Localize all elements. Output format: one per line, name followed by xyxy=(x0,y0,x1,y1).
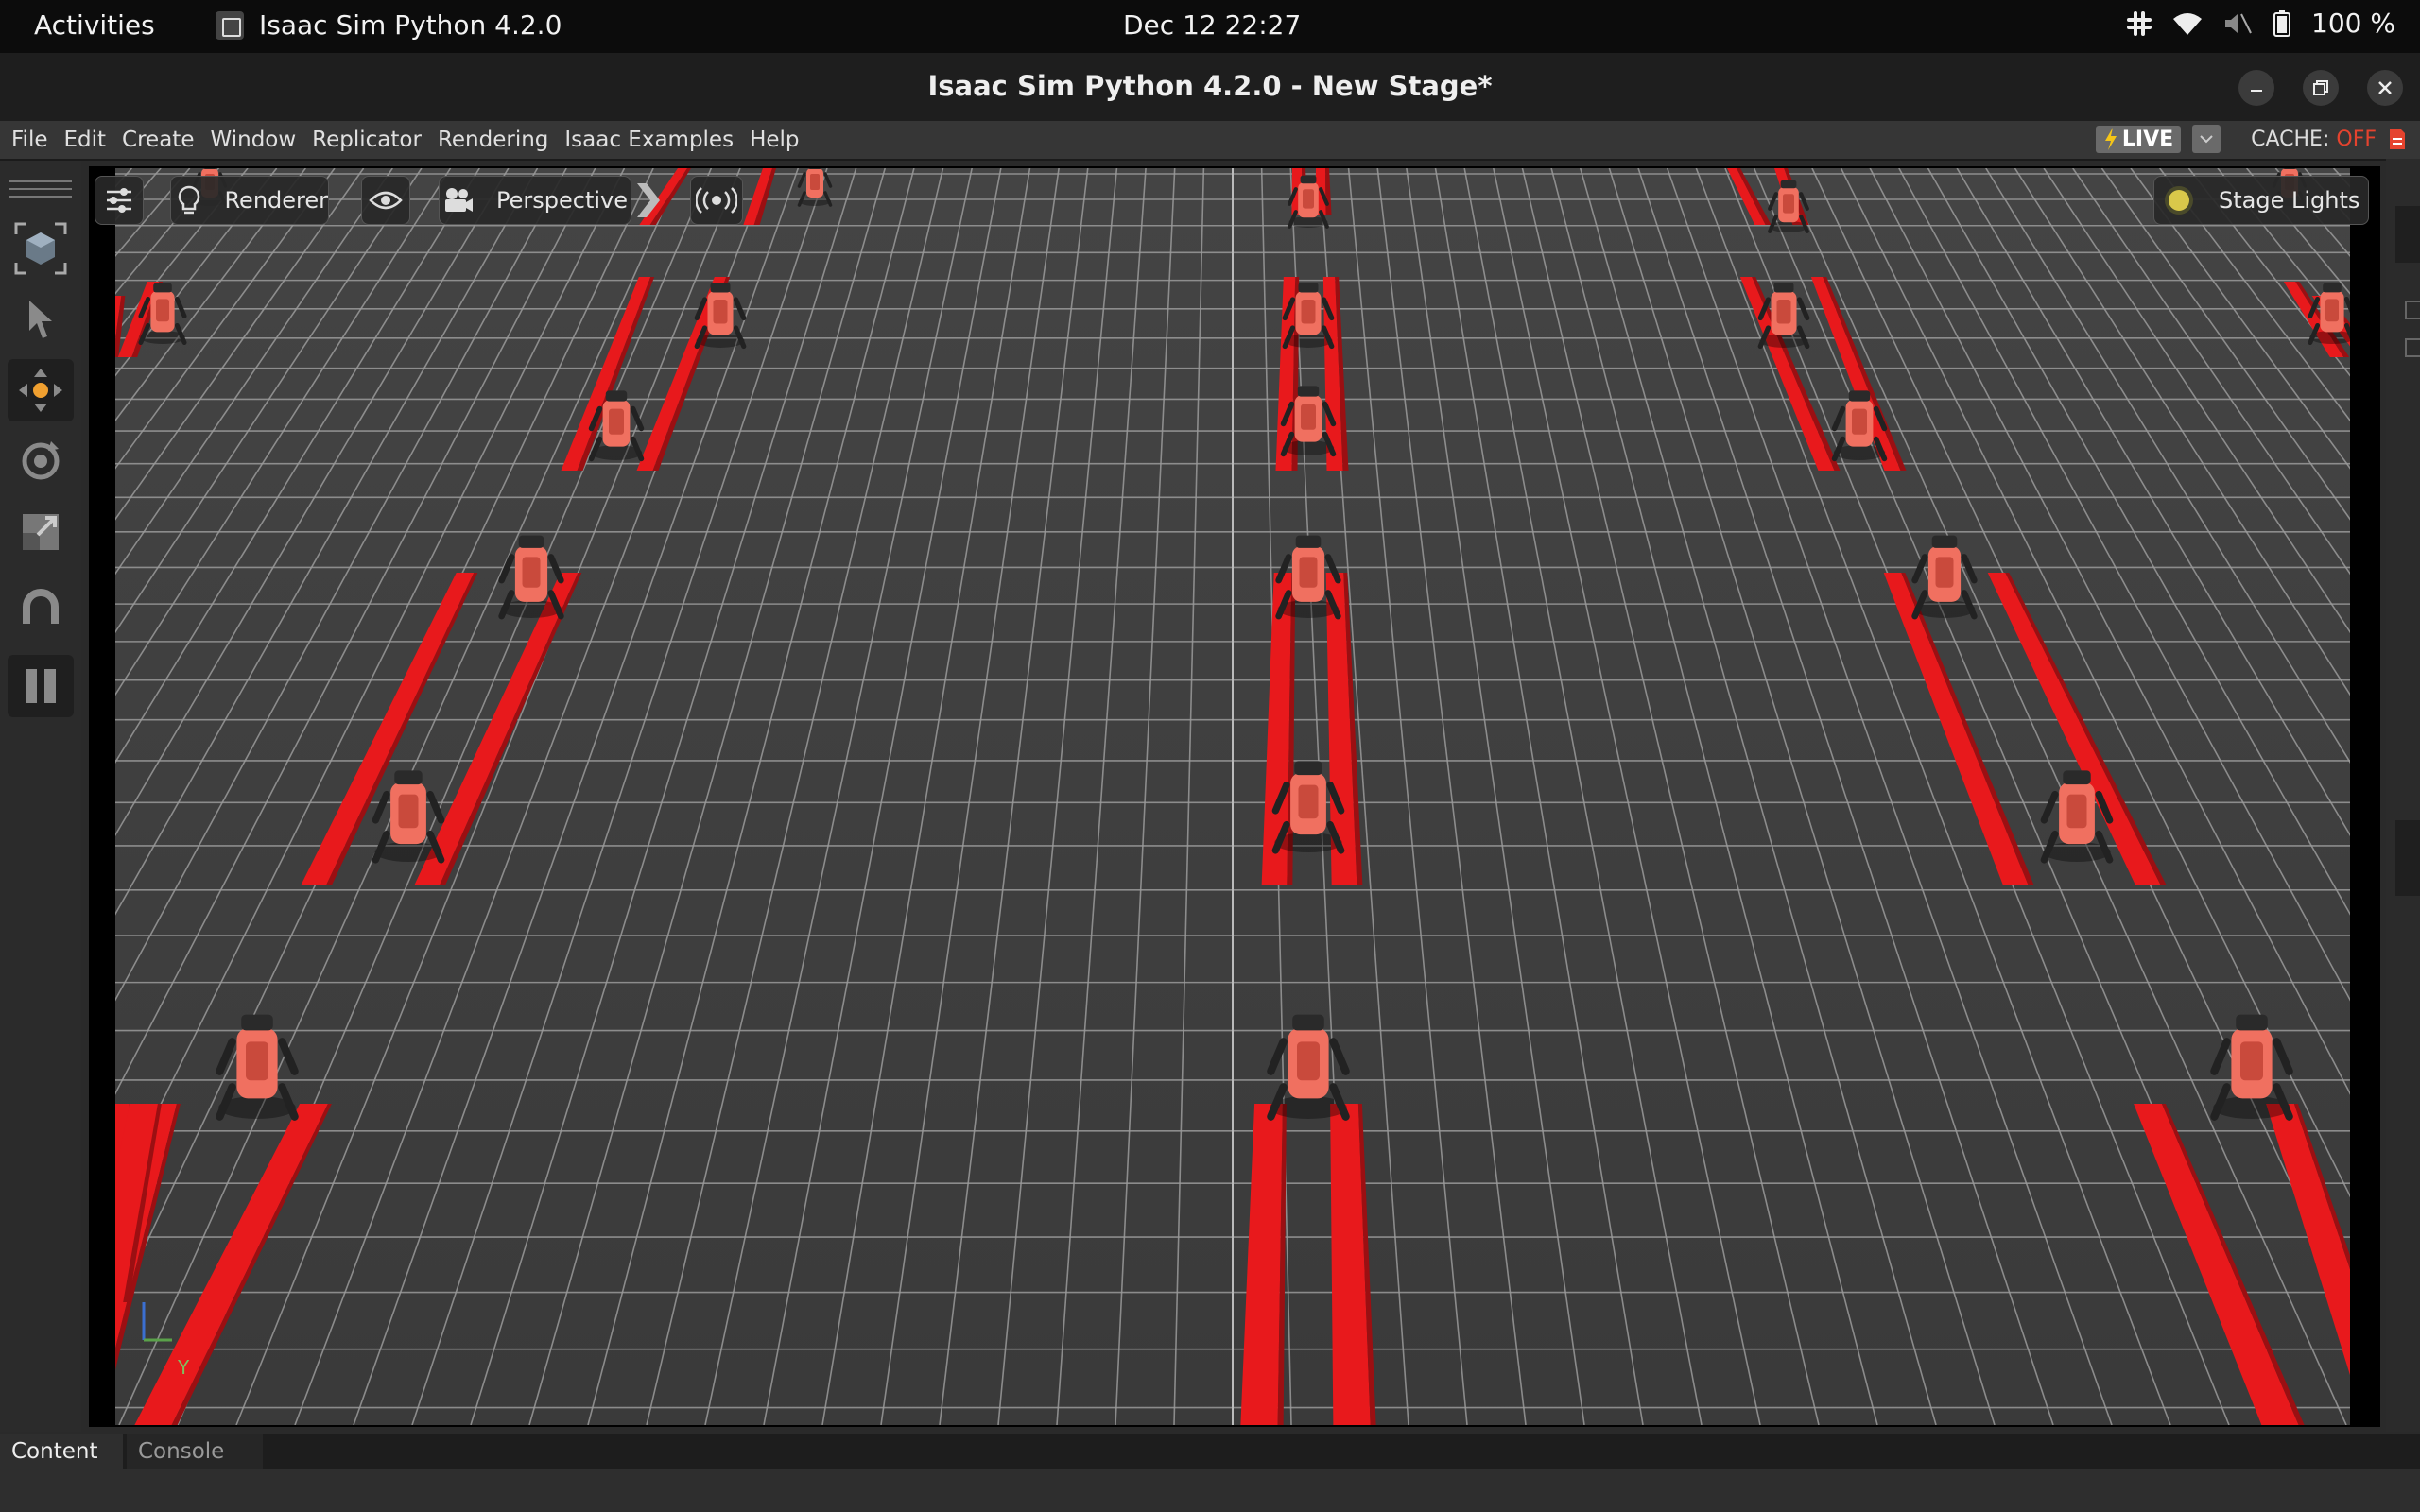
lightbulb-icon xyxy=(171,181,207,219)
menu-window[interactable]: Window xyxy=(210,128,296,152)
app-menu[interactable]: Isaac Sim Python 4.2.0 xyxy=(216,9,562,41)
tab-content[interactable]: Content xyxy=(0,1434,123,1469)
minimize-button[interactable] xyxy=(2238,70,2274,106)
stage-lights-label: Stage Lights xyxy=(2219,187,2360,214)
slack-icon[interactable] xyxy=(2126,10,2152,37)
select-icon xyxy=(29,301,52,338)
panel-icon[interactable] xyxy=(2405,338,2420,357)
menu-file[interactable]: File xyxy=(11,128,48,152)
content-panel xyxy=(0,1469,2420,1512)
pause-button[interactable] xyxy=(8,655,74,717)
menu-help[interactable]: Help xyxy=(750,128,799,152)
restore-icon xyxy=(2313,80,2328,95)
camera-label: Perspective xyxy=(496,187,628,214)
toolbar-expand-button[interactable] xyxy=(633,180,667,221)
scale-tool-button[interactable] xyxy=(8,501,74,563)
frame-selection-button[interactable] xyxy=(8,217,74,280)
menu-replicator[interactable]: Replicator xyxy=(312,128,422,152)
snap-button[interactable] xyxy=(8,576,74,639)
right-panel-strip[interactable] xyxy=(2386,159,2420,1432)
panel-icon[interactable] xyxy=(2405,301,2420,319)
system-tray[interactable]: 100 % xyxy=(2126,8,2395,39)
sliders-icon xyxy=(107,188,131,213)
cache-status[interactable]: CACHE: OFF xyxy=(2251,128,2377,151)
renderer-button[interactable]: Renderer xyxy=(170,176,329,225)
tab-console[interactable]: Console xyxy=(127,1434,263,1469)
renderer-label: Renderer xyxy=(224,187,328,214)
camera-icon xyxy=(440,181,477,219)
grip-icon[interactable] xyxy=(9,178,72,200)
battery-percent: 100 % xyxy=(2311,8,2395,39)
volume-muted-icon[interactable] xyxy=(2222,10,2253,37)
camera-button[interactable]: Perspective xyxy=(439,176,631,225)
scale-icon xyxy=(23,514,59,550)
broadcast-button[interactable] xyxy=(690,176,743,225)
document-icon[interactable] xyxy=(2388,127,2407,151)
viewport-settings-button[interactable] xyxy=(95,176,144,225)
live-button[interactable]: LIVE xyxy=(2095,125,2182,153)
minimize-icon xyxy=(2251,90,2262,92)
scrollbar-thumb[interactable] xyxy=(2395,820,2420,896)
left-toolbar xyxy=(0,161,81,1432)
axis-y-label: Y xyxy=(177,1356,190,1379)
app-name: Isaac Sim Python 4.2.0 xyxy=(259,9,562,41)
system-top-bar: Activities Isaac Sim Python 4.2.0 Dec 12… xyxy=(0,0,2420,53)
broadcast-icon xyxy=(696,187,737,214)
collapsed-panel-handle[interactable] xyxy=(2395,206,2420,263)
cache-label: CACHE: xyxy=(2251,127,2330,151)
visibility-button[interactable] xyxy=(361,176,410,225)
window-title-bar[interactable]: Isaac Sim Python 4.2.0 - New Stage* xyxy=(0,53,2420,121)
maximize-button[interactable] xyxy=(2303,70,2339,106)
isaac-sim-app-icon xyxy=(216,10,244,40)
live-label: LIVE xyxy=(2121,127,2174,151)
magnet-icon xyxy=(23,589,59,624)
battery-icon[interactable] xyxy=(2272,9,2292,38)
live-dropdown[interactable] xyxy=(2192,125,2221,153)
chevron-down-icon xyxy=(2200,135,2213,144)
pause-icon xyxy=(26,669,56,703)
menu-edit[interactable]: Edit xyxy=(64,128,107,152)
clock[interactable]: Dec 12 22:27 xyxy=(1123,9,1301,41)
eye-icon xyxy=(369,191,403,210)
window-title: Isaac Sim Python 4.2.0 - New Stage* xyxy=(927,70,1493,102)
move-icon xyxy=(19,369,62,412)
stage-lights-button[interactable]: Stage Lights xyxy=(2153,176,2369,225)
menu-create[interactable]: Create xyxy=(122,128,194,152)
wifi-icon[interactable] xyxy=(2171,10,2204,37)
menu-bar: File Edit Create Window Replicator Rende… xyxy=(0,121,2420,161)
sun-icon xyxy=(2160,181,2198,219)
close-button[interactable] xyxy=(2367,70,2403,106)
activities-button[interactable]: Activities xyxy=(34,9,155,41)
select-tool-button[interactable] xyxy=(8,288,74,351)
menu-isaac-examples[interactable]: Isaac Examples xyxy=(564,128,734,152)
close-icon xyxy=(2378,81,2392,94)
viewport[interactable]: Y Renderer Perspective Stage Lights xyxy=(89,166,2380,1427)
cache-state: OFF xyxy=(2336,127,2377,151)
viewport-scene[interactable]: Y xyxy=(115,168,2350,1425)
bottom-tab-bar: Content Console xyxy=(0,1434,2420,1469)
lightning-icon xyxy=(2104,128,2117,150)
cube-frame-icon xyxy=(14,222,67,275)
menu-rendering[interactable]: Rendering xyxy=(438,128,548,152)
rotate-icon xyxy=(22,441,60,480)
rotate-tool-button[interactable] xyxy=(8,430,74,492)
chevron-right-icon xyxy=(637,183,660,217)
move-tool-button[interactable] xyxy=(8,359,74,421)
